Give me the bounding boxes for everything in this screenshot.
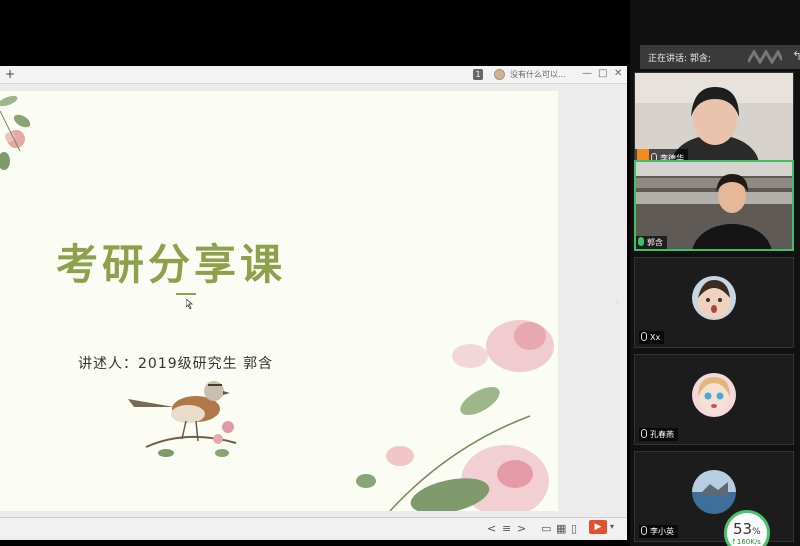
- participant-name: 李小英: [650, 527, 674, 536]
- participant-name: 孔春燕: [650, 430, 674, 439]
- slideshow-options-button[interactable]: ▾: [610, 522, 614, 531]
- network-status-indicator[interactable]: 53% ↑160K/s: [724, 510, 770, 546]
- mic-on-icon: [638, 237, 644, 246]
- network-percent-value: 53: [733, 520, 753, 538]
- meeting-app: + 1 没有什么可以... — □ ✕ 考研分享课 讲述人：2019级研究生 郭…: [0, 0, 800, 546]
- next-slide-button[interactable]: >: [517, 522, 526, 535]
- grid-view-button[interactable]: ▦: [556, 522, 566, 535]
- participant-tile[interactable]: 李德华: [634, 72, 794, 163]
- network-percent: 53%: [733, 520, 761, 538]
- mic-off-icon: [641, 526, 647, 535]
- mouse-cursor-icon: [186, 299, 194, 309]
- participant-name-tag: 郭含: [636, 236, 667, 249]
- participant-avatar: [692, 470, 736, 514]
- normal-view-button[interactable]: ▭: [541, 522, 551, 535]
- user-note: 没有什么可以...: [510, 70, 566, 79]
- slideshow-play-button[interactable]: ▶: [589, 520, 607, 534]
- participant-tile[interactable]: 郭含: [634, 160, 794, 251]
- minimize-button[interactable]: —: [582, 68, 592, 79]
- participant-tile[interactable]: 李小英: [634, 451, 794, 542]
- back-icon[interactable]: ↰: [792, 49, 800, 63]
- prev-slide-button[interactable]: <: [487, 522, 496, 535]
- shared-window-titlebar: + 1 没有什么可以... — □ ✕: [0, 66, 627, 84]
- participant-name-tag: 孔春燕: [639, 428, 678, 441]
- audio-wave-icon: [748, 50, 782, 64]
- mic-off-icon: [641, 429, 647, 438]
- doll-avatar-icon: [692, 373, 736, 417]
- participant-name-tag: 李小英: [639, 525, 678, 538]
- chevron-right-icon[interactable]: ›: [615, 295, 620, 309]
- maximize-button[interactable]: □: [598, 68, 607, 79]
- speaking-indicator: 正在讲话: 郭含; ↰: [640, 45, 800, 69]
- speaking-label: 正在讲话: 郭含;: [648, 54, 711, 64]
- participant-avatar: [692, 373, 736, 417]
- title-underline: [176, 293, 196, 295]
- network-percent-sign: %: [752, 527, 761, 537]
- page-count-badge: 1: [473, 69, 483, 80]
- participant-tile[interactable]: Xx: [634, 257, 794, 348]
- baby-avatar-icon: [692, 276, 736, 320]
- slide-toolbar: < ≡ > ▭ ▦ ▯ ▶ ▾: [0, 517, 627, 539]
- participant-avatar: [692, 276, 736, 320]
- presentation-slide: 考研分享课 讲述人：2019级研究生 郭含: [0, 91, 558, 511]
- reading-view-button[interactable]: ▯: [571, 522, 577, 535]
- shared-screen: + 1 没有什么可以... — □ ✕ 考研分享课 讲述人：2019级研究生 郭…: [0, 66, 627, 540]
- flower-decoration-icon: [356, 320, 554, 511]
- participant-name-tag: Xx: [639, 331, 665, 344]
- participant-name: Xx: [650, 333, 661, 342]
- participant-panel: 正在讲话: 郭含; ↰ 李德华 郭含 Xx 孔春燕 李小英: [630, 0, 800, 546]
- participant-tile[interactable]: 孔春燕: [634, 354, 794, 445]
- network-speed: ↑160K/s: [731, 538, 761, 546]
- participant-name: 郭含: [647, 238, 663, 247]
- close-button[interactable]: ✕: [614, 68, 622, 79]
- slide-title: 考研分享课: [56, 240, 287, 289]
- slide-list-button[interactable]: ≡: [502, 522, 511, 535]
- flower-decoration-icon: [0, 95, 31, 170]
- bird-illustration-icon: [128, 381, 237, 457]
- new-tab-button[interactable]: +: [5, 67, 15, 81]
- user-avatar-icon: [494, 69, 505, 80]
- sea-avatar-icon: [692, 470, 736, 514]
- mic-off-icon: [641, 332, 647, 341]
